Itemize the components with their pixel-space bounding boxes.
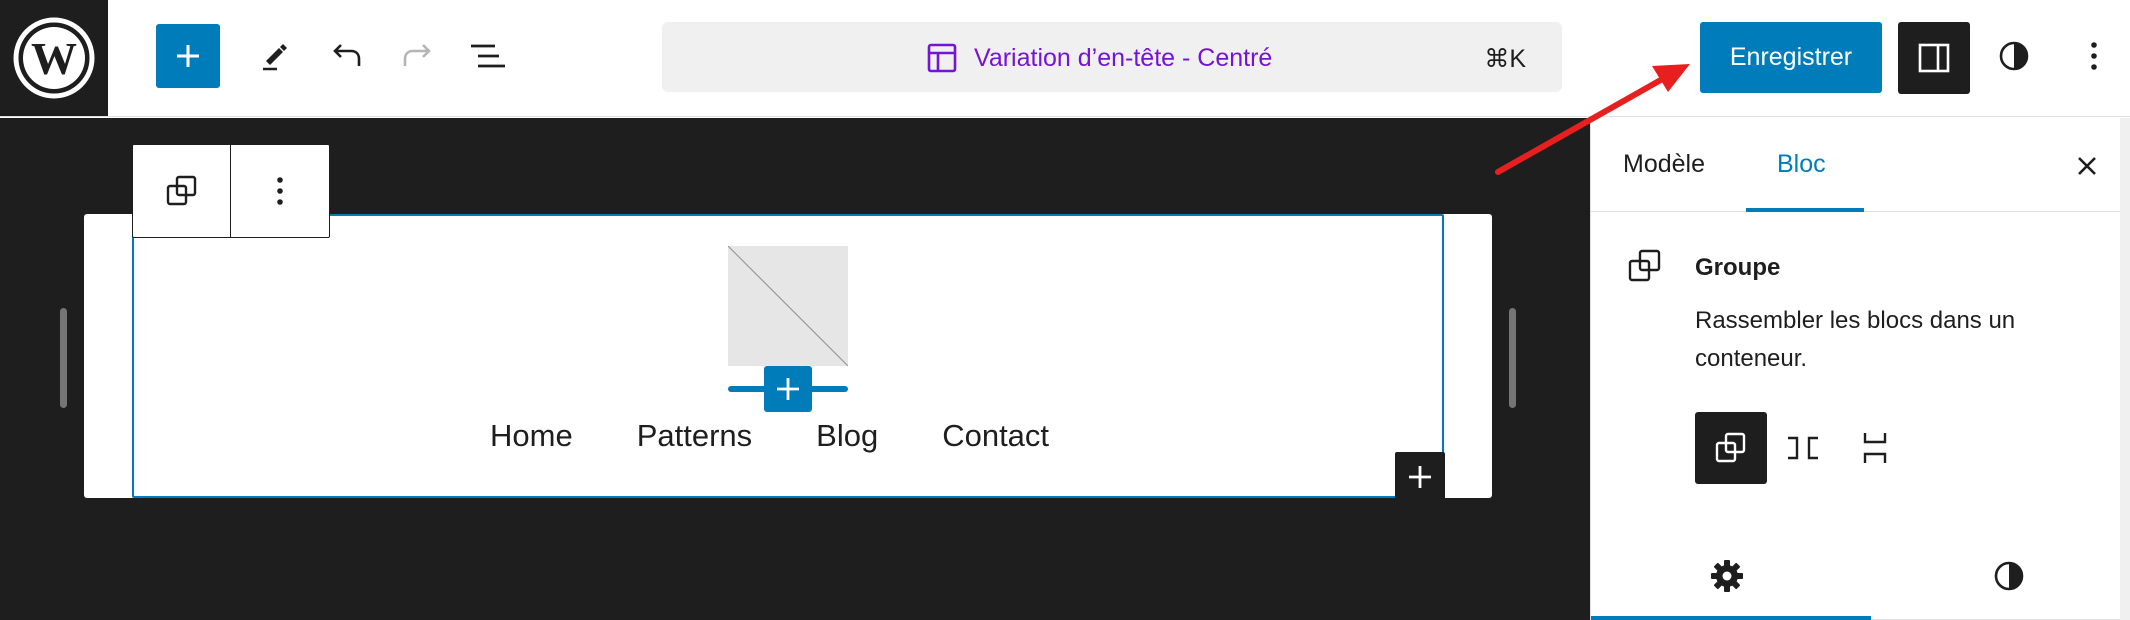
sidebar-tabs: Modèle Bloc [1591,118,2121,212]
active-tab-indicator [1746,208,1864,212]
group-block-icon [1715,432,1746,463]
half-circle-styles-icon [1999,41,2029,71]
block-inserter-button[interactable] [156,24,220,88]
options-menu-button[interactable] [2068,30,2120,82]
resize-handle-left[interactable] [60,308,67,408]
close-sidebar-button[interactable] [2067,146,2107,186]
tab-modele[interactable]: Modèle [1623,150,1705,179]
close-icon [2078,157,2096,175]
tab-bloc[interactable]: Bloc [1777,150,1826,179]
settings-sidebar: Modèle Bloc Groupe Rassembler les blocs … [1590,118,2121,620]
nav-link-home[interactable]: Home [490,418,573,458]
resize-handle-right[interactable] [1509,308,1516,408]
plus-icon [777,378,799,400]
sidebar-scroll-edge [2120,118,2130,620]
sidebar-toggle-icon [1918,43,1950,73]
gear-icon [1711,560,1743,592]
stack-icon [1863,433,1887,463]
active-inspector-tab-indicator [1591,616,1871,620]
block-type-button[interactable] [133,145,231,237]
plus-icon [177,45,199,67]
save-button[interactable]: Enregistrer [1700,22,1882,93]
redo-icon [403,44,431,66]
tab-settings[interactable] [1703,552,1751,600]
keyboard-shortcut: ⌘K [1484,45,1526,73]
settings-sidebar-toggle[interactable] [1898,22,1970,94]
variation-group-button[interactable] [1695,412,1767,484]
block-card-title: Groupe [1695,254,1781,281]
tab-styles[interactable] [1985,552,2033,600]
document-title: Variation d’en-tête - Centré [974,44,1273,72]
nav-link-contact[interactable]: Contact [942,418,1049,458]
svg-text:W: W [31,33,77,84]
block-variations [1695,412,1911,484]
inspector-tabs [1591,528,2121,620]
block-options-button[interactable] [231,145,329,237]
styles-button[interactable] [1988,30,2040,82]
list-view-button[interactable] [462,30,514,82]
block-card-description: Rassembler les blocs dans un conteneur. [1695,307,2016,372]
vertical-ellipsis-icon [2091,42,2097,70]
redo-button[interactable] [392,30,444,82]
template-layout-icon [927,43,957,73]
group-block-icon [1628,249,1661,282]
tools-button[interactable] [248,30,300,82]
list-view-icon [471,44,505,68]
variation-stack-button[interactable] [1839,412,1911,484]
vertical-ellipsis-icon [277,177,283,205]
half-circle-styles-icon [1994,561,2024,591]
block-appender-button[interactable] [1395,452,1445,502]
undo-icon [333,44,361,66]
editor-canvas: Home Patterns Blog Contact [0,118,1590,620]
command-palette-bar[interactable]: Variation d’en-tête - Centré ⌘K [662,22,1562,92]
editor-header: W Variation d’en-tête - Centré ⌘K Enregi… [0,0,2130,117]
nav-link-blog[interactable]: Blog [816,418,878,458]
wordpress-logo-icon[interactable]: W [0,0,108,116]
plus-icon [1409,466,1431,488]
undo-button[interactable] [320,30,372,82]
variation-row-button[interactable] [1767,412,1839,484]
group-block-icon [166,175,196,206]
navigation-block: Home Patterns Blog Contact [490,418,1049,458]
row-icon [1788,436,1818,460]
pen-icon [263,44,287,71]
nav-link-patterns[interactable]: Patterns [637,418,752,458]
site-logo-placeholder[interactable] [727,245,849,367]
between-inserter-button[interactable] [764,366,812,412]
block-toolbar [132,144,330,238]
